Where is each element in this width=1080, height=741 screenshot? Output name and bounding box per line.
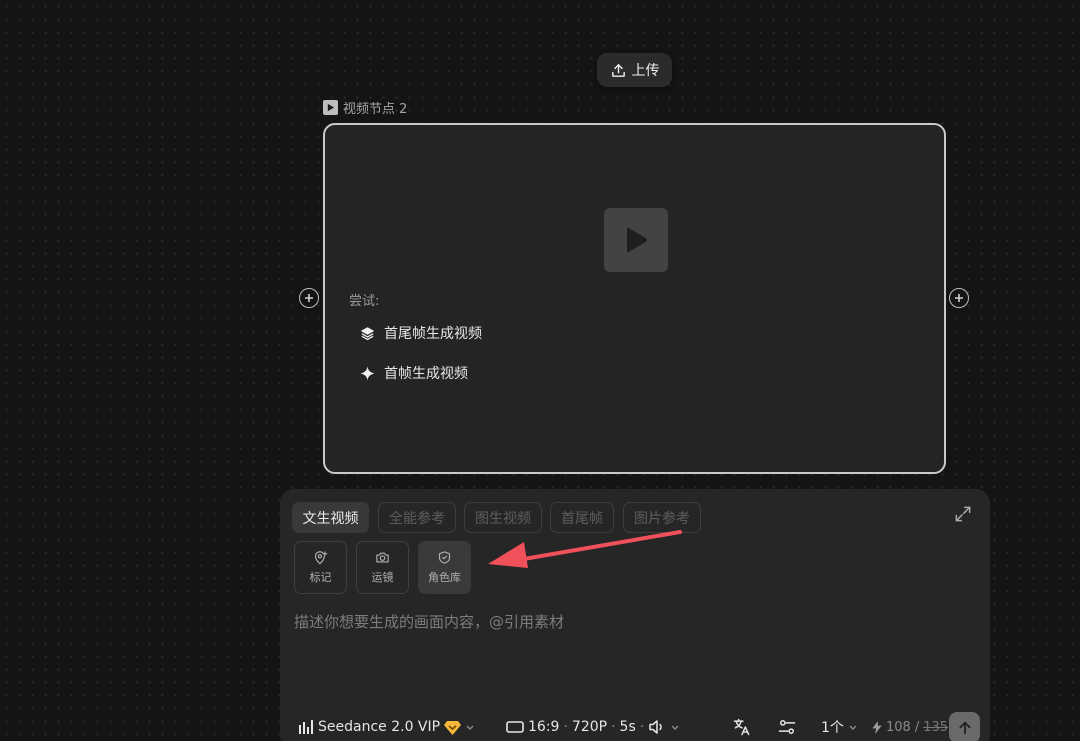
layers-icon: [361, 326, 374, 340]
suggestion-first-last-frame[interactable]: 首尾帧生成视频: [360, 323, 482, 343]
character-library-label: 角色库: [428, 571, 461, 584]
plus-icon: [305, 294, 313, 302]
tab-omni-reference[interactable]: 全能参考: [378, 502, 456, 533]
aspect-ratio: 16:9: [528, 719, 560, 735]
chevron-down-icon: [671, 725, 679, 730]
credits-current: 108: [886, 719, 911, 735]
separator: ·: [563, 719, 568, 735]
credits-display: 108 / 135: [872, 716, 948, 738]
shield-icon: [438, 551, 451, 564]
credits-original: 135: [923, 719, 949, 735]
count-selector[interactable]: 1个: [821, 716, 858, 738]
video-node-icon: [323, 99, 338, 115]
credits-slash: /: [914, 719, 920, 735]
add-output-connector[interactable]: [949, 288, 969, 308]
suggestion-label: 首尾帧生成视频: [384, 326, 482, 342]
mark-tool-label: 标记: [309, 571, 332, 584]
character-library-button[interactable]: 角色库: [418, 541, 471, 594]
map-pin-plus-icon: [314, 551, 328, 565]
try-label: 尝试:: [349, 294, 380, 309]
upload-icon: [611, 63, 625, 77]
play-icon: [627, 227, 647, 253]
sound-icon: [649, 720, 662, 734]
separator: ·: [611, 719, 616, 735]
suggestion-first-frame[interactable]: 首帧生成视频: [360, 363, 468, 383]
lightning-icon: [872, 720, 882, 734]
count-value: 1个: [821, 720, 844, 736]
aspect-ratio-icon: [506, 721, 524, 733]
model-selector[interactable]: Seedance 2.0 VIP: [298, 716, 475, 738]
duration: 5s: [619, 719, 636, 735]
camera-move-button[interactable]: 运镜: [356, 541, 409, 594]
upload-label: 上传: [631, 63, 660, 79]
separator: ·: [639, 719, 645, 735]
plus-icon: [955, 294, 963, 302]
arrow-up-icon: [958, 721, 971, 734]
video-node-card[interactable]: 尝试: 首尾帧生成视频 首帧生成视频: [323, 123, 946, 474]
tab-text-to-video[interactable]: 文生视频: [292, 502, 369, 533]
suggestion-label: 首帧生成视频: [384, 366, 468, 382]
chevron-down-icon: [466, 725, 474, 730]
bar-chart-icon: [299, 720, 313, 734]
camera-move-label: 运镜: [371, 571, 394, 584]
play-button[interactable]: [604, 208, 668, 272]
expand-icon[interactable]: [953, 504, 973, 524]
resolution: 720P: [571, 719, 608, 735]
model-name: Seedance 2.0 VIP: [318, 719, 441, 735]
sparkle-icon: [360, 366, 375, 380]
translate-icon[interactable]: [732, 717, 752, 737]
settings-sliders-icon[interactable]: [777, 717, 797, 737]
camera-icon: [376, 552, 389, 563]
mark-tool-button[interactable]: 标记: [294, 541, 347, 594]
annotation-arrow: [488, 530, 682, 568]
node-title-text: 视频节点 2: [343, 101, 408, 117]
add-input-connector[interactable]: [299, 288, 319, 308]
upload-button[interactable]: 上传: [597, 53, 672, 87]
video-settings-selector[interactable]: 16:9 · 720P · 5s ·: [506, 716, 680, 738]
prompt-input[interactable]: [294, 611, 974, 691]
vip-badge-icon: [444, 720, 462, 735]
send-button[interactable]: [949, 712, 980, 741]
node-title[interactable]: 视频节点 2: [323, 98, 408, 117]
chevron-down-icon: [849, 725, 857, 730]
